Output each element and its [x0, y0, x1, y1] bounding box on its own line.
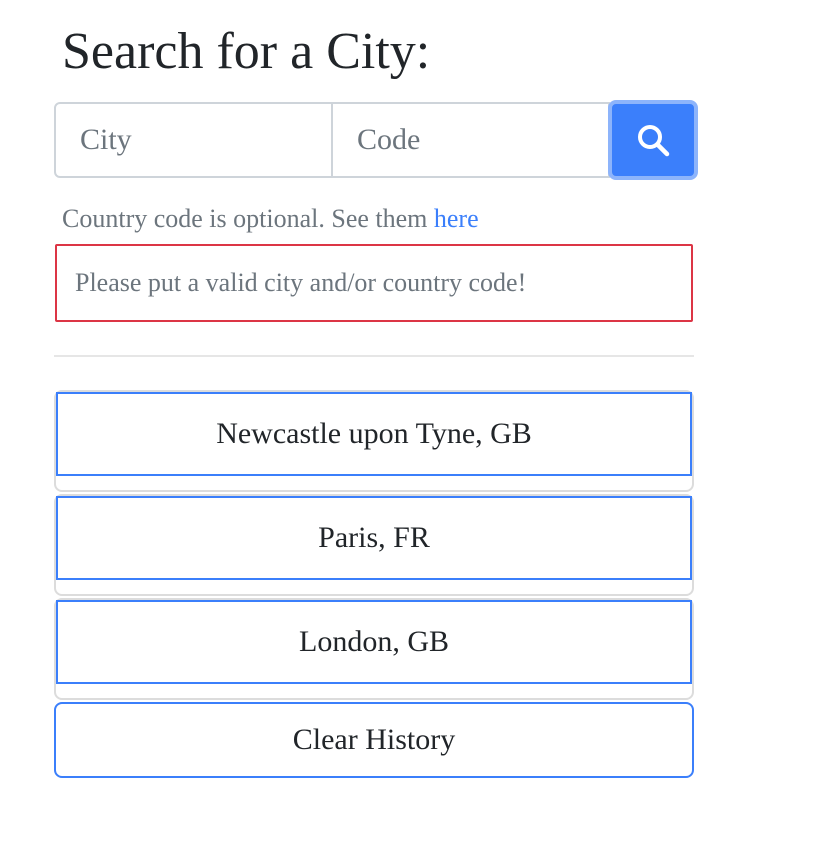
- search-button[interactable]: [608, 100, 698, 180]
- search-icon: [636, 123, 670, 157]
- country-code-help: Country code is optional. See them here: [62, 202, 479, 236]
- help-text: Country code is optional. See them: [62, 204, 434, 233]
- error-alert: Please put a valid city and/or country c…: [55, 244, 693, 322]
- search-history-list: Newcastle upon Tyne, GB Paris, FR London…: [54, 390, 694, 702]
- history-city-button[interactable]: Newcastle upon Tyne, GB: [56, 392, 692, 476]
- history-city-button[interactable]: Paris, FR: [56, 496, 692, 580]
- clear-history-button[interactable]: Clear History: [54, 702, 694, 778]
- history-item: London, GB: [54, 598, 694, 702]
- country-code-input[interactable]: [331, 102, 610, 178]
- history-city-button[interactable]: London, GB: [56, 600, 692, 684]
- search-form: [54, 100, 698, 180]
- city-input[interactable]: [54, 102, 333, 178]
- page-title: Search for a City:: [62, 23, 431, 80]
- error-message: Please put a valid city and/or country c…: [75, 268, 527, 297]
- history-item: Paris, FR: [54, 494, 694, 598]
- country-codes-link[interactable]: here: [434, 204, 479, 233]
- divider: [54, 355, 694, 357]
- history-item: Newcastle upon Tyne, GB: [54, 390, 694, 494]
